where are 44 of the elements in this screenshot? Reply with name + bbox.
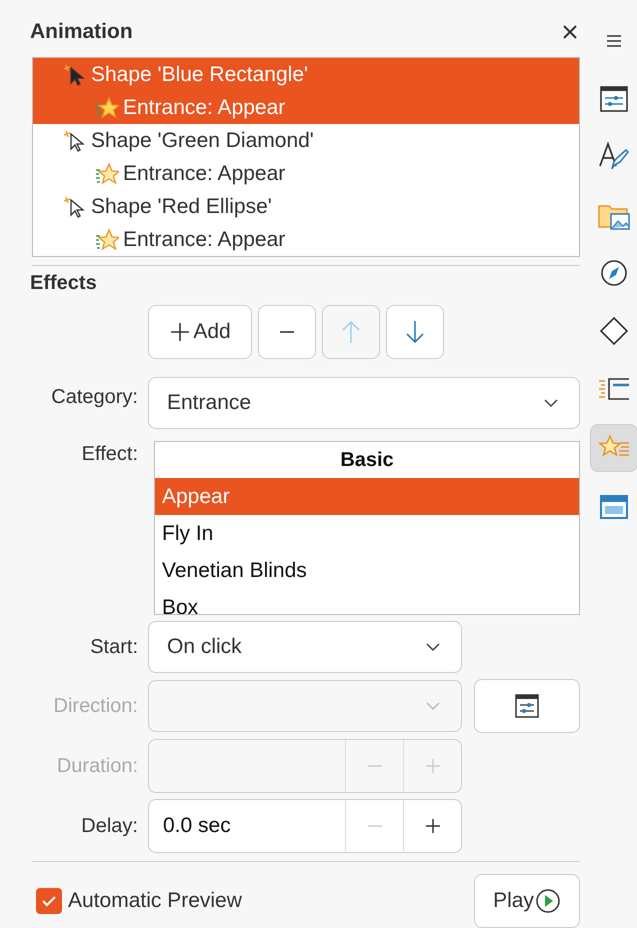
shape-list-item[interactable]: Shape 'Red Ellipse' — [33, 190, 579, 223]
cursor-icon — [63, 128, 87, 152]
delay-spinbox[interactable]: 0.0 sec — [148, 799, 462, 853]
section-heading: Effects — [30, 272, 98, 295]
close-icon[interactable] — [562, 24, 578, 40]
effect-option[interactable]: Fly In — [155, 515, 579, 552]
shape-list-item[interactable]: Shape 'Blue Rectangle' — [33, 58, 579, 91]
field-label: Effect: — [80, 443, 138, 466]
play-icon — [534, 888, 561, 914]
star-icon — [95, 162, 119, 186]
field-label: Delay: — [80, 814, 138, 838]
cursor-icon — [63, 194, 87, 218]
star-icon — [95, 96, 119, 120]
effect-list-item[interactable]: Entrance: Appear — [33, 157, 579, 190]
star-icon — [95, 228, 119, 252]
up-arrow-icon — [340, 319, 362, 345]
effect-list-item[interactable]: Entrance: Appear — [33, 91, 579, 124]
effect-option[interactable]: Box — [155, 589, 579, 614]
field-label: Start: — [89, 636, 138, 658]
options-button[interactable] — [474, 679, 580, 733]
play-button[interactable]: Play — [474, 874, 580, 928]
panel-title: Animation — [30, 20, 133, 44]
minus-icon — [280, 331, 294, 333]
group-heading: Basic — [339, 448, 395, 473]
chevron-down-icon — [425, 642, 441, 652]
start-dropdown[interactable]: On click — [148, 621, 462, 673]
field-label: Category: — [50, 386, 138, 408]
category-dropdown[interactable]: Entrance — [148, 377, 580, 429]
shape-list-item[interactable]: Shape 'Green Diamond' — [33, 124, 579, 157]
chevron-down-icon — [425, 701, 441, 711]
plus-icon — [169, 321, 192, 343]
plus-icon[interactable] — [424, 817, 442, 835]
field-label: Direction: — [52, 694, 138, 718]
sliders-icon — [514, 693, 540, 719]
effect-list-item[interactable]: Entrance: Appear — [33, 223, 579, 256]
chevron-down-icon — [543, 398, 559, 408]
effect-option[interactable]: Appear — [155, 478, 579, 515]
field-label: Duration: — [56, 754, 138, 778]
down-button[interactable] — [386, 305, 444, 359]
add-button[interactable]: Add — [148, 305, 252, 359]
down-arrow-icon — [404, 319, 426, 345]
automatic-preview-checkbox[interactable]: Automatic Preview — [36, 888, 242, 914]
cursor-icon — [63, 62, 87, 86]
effect-option[interactable]: Venetian Blinds — [155, 552, 579, 589]
